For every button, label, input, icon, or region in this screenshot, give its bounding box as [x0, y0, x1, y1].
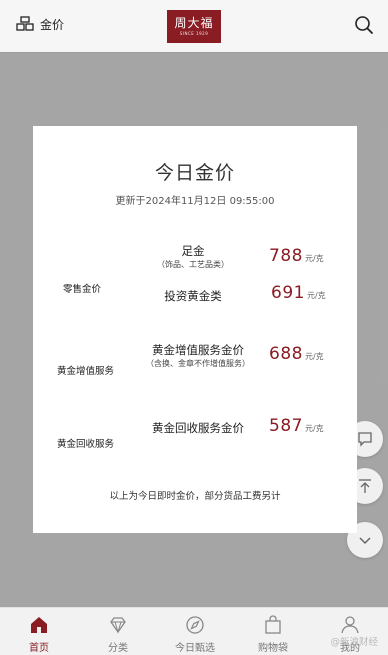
logo-subtext: SINCE 1929	[179, 31, 209, 36]
bag-icon	[265, 615, 281, 634]
gold-price-link[interactable]: 金价	[16, 15, 64, 33]
price-zujin: 788 元/克	[269, 246, 324, 266]
user-icon	[341, 616, 359, 634]
category-retail-label: 零售金价	[63, 284, 102, 295]
brand-logo[interactable]: 周大福 SINCE 1929	[167, 10, 221, 43]
logo-text: 周大福	[174, 16, 214, 30]
nav-item-category[interactable]: 分类	[88, 614, 148, 654]
item-note-zujin: （饰品、工艺品类）	[157, 260, 229, 269]
gold-bar-icon	[16, 16, 34, 31]
category-value-added-label: 黄金增值服务	[57, 366, 115, 377]
nav-label: 分类	[108, 643, 128, 654]
price-unit: 元/克	[304, 352, 324, 361]
update-timestamp: 更新于2024年11月12日 09:55:00	[115, 196, 275, 207]
gold-price-modal: 今日金价 更新于2024年11月12日 09:55:00 零售金价 足金 （饰品…	[33, 126, 357, 533]
price-value: 691	[271, 283, 305, 303]
price-value: 788	[269, 246, 303, 266]
watermark: @新浪财经	[330, 637, 378, 648]
modal-title: 今日金价	[154, 162, 235, 184]
message-icon	[358, 432, 372, 447]
diamond-icon	[110, 617, 126, 634]
price-value: 587	[269, 416, 303, 436]
price-value-added: 688 元/克	[269, 344, 324, 364]
nav-label: 今日甄选	[175, 643, 215, 654]
price-unit: 元/克	[306, 291, 326, 300]
compass-icon	[186, 616, 204, 634]
app-header: 金价 周大福 SINCE 1929	[0, 0, 388, 53]
nav-item-shopping-bag[interactable]: 购物袋	[243, 614, 303, 654]
price-investment-gold: 691 元/克	[271, 283, 326, 303]
item-name-recycling: 黄金回收服务金价	[152, 421, 244, 435]
arrow-up-icon	[359, 479, 371, 493]
item-name-investment-gold: 投资黄金类	[164, 289, 222, 303]
nav-label: 购物袋	[258, 643, 288, 654]
price-recycling: 587 元/克	[269, 416, 324, 436]
price-unit: 元/克	[304, 254, 324, 263]
item-note-value-added: （含换、金章不作增值服务）	[146, 359, 250, 368]
home-icon	[31, 617, 47, 633]
nav-item-home[interactable]: 首页	[9, 614, 69, 654]
price-value: 688	[269, 344, 303, 364]
price-unit: 元/克	[304, 424, 324, 433]
item-name-value-added: 黄金增值服务金价	[152, 343, 244, 357]
nav-item-today-picks[interactable]: 今日甄选	[165, 614, 225, 654]
search-icon[interactable]	[354, 15, 374, 35]
item-name-zujin: 足金	[181, 244, 205, 258]
category-recycling-label: 黄金回收服务	[57, 439, 115, 450]
chevron-down-icon	[359, 537, 371, 545]
gold-price-label: 金价	[40, 17, 65, 32]
nav-label: 首页	[29, 643, 49, 654]
price-footnote: 以上为今日即时金价，部分货品工费另计	[109, 491, 281, 502]
